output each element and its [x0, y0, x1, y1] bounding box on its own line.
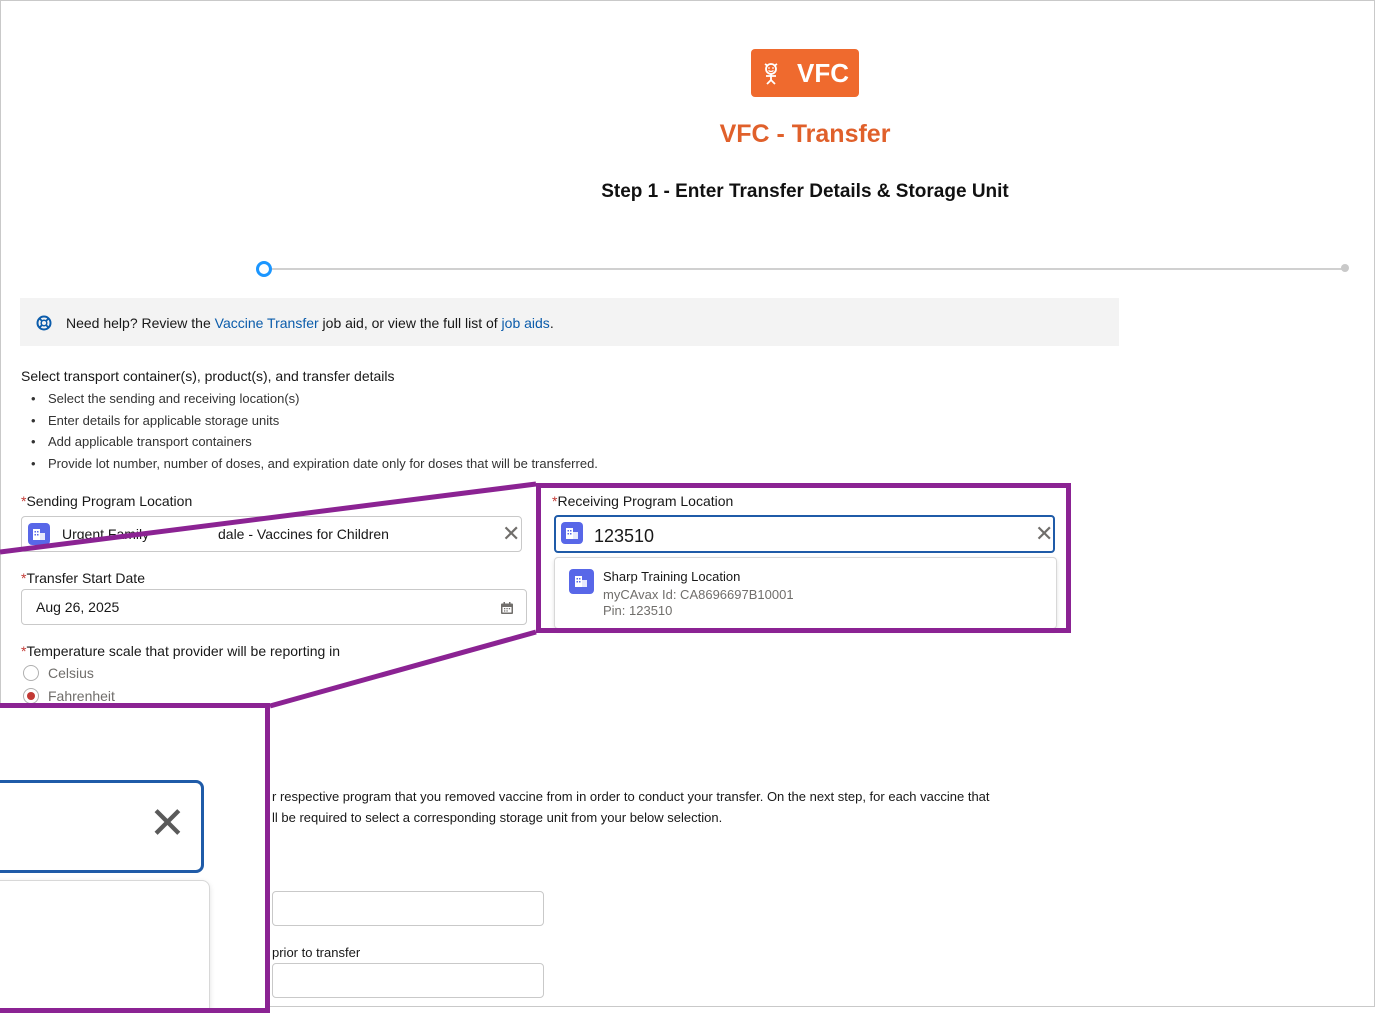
- zoom-close-icon: ✕: [149, 799, 186, 848]
- zoom-inset: ✕: [0, 703, 270, 1013]
- zoom-dropdown: [0, 880, 210, 1008]
